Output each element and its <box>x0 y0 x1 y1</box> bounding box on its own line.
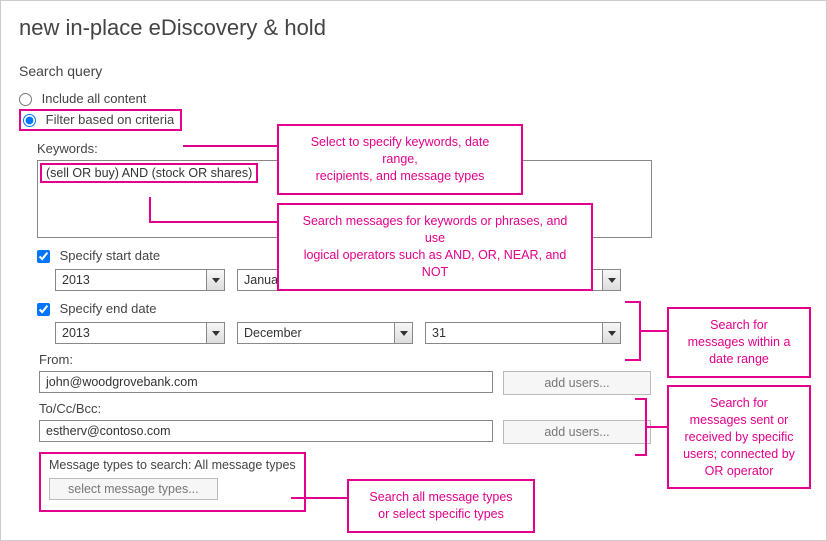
radio-filter-criteria-input[interactable] <box>23 114 36 127</box>
specify-end-date-label: Specify end date <box>60 301 157 316</box>
tocc-value: estherv@contoso.com <box>46 424 171 438</box>
specify-start-date-checkbox[interactable] <box>37 250 50 263</box>
message-types-title: Message types to search: All message typ… <box>49 458 296 472</box>
tocc-add-users-button[interactable]: add users... <box>503 420 651 444</box>
start-year-value: 2013 <box>62 273 90 287</box>
end-year-select[interactable]: 2013 <box>55 322 225 344</box>
chevron-down-icon <box>602 323 620 343</box>
page-title: new in-place eDiscovery & hold <box>19 15 808 41</box>
radio-filter-criteria[interactable]: Filter based on criteria <box>19 109 182 131</box>
from-input[interactable]: john@woodgrovebank.com <box>39 371 493 393</box>
callout-keywords: Search messages for keywords or phrases,… <box>277 203 593 291</box>
callout-daterange: Search for messages within a date range <box>667 307 811 378</box>
from-value: john@woodgrovebank.com <box>46 375 198 389</box>
radio-include-all[interactable]: Include all content <box>19 91 808 106</box>
end-year-value: 2013 <box>62 326 90 340</box>
callout-filter-criteria: Select to specify keywords, date range, … <box>277 124 523 195</box>
end-month-value: December <box>244 326 302 340</box>
radio-filter-criteria-label: Filter based on criteria <box>46 112 175 127</box>
chevron-down-icon <box>602 270 620 290</box>
connector-types <box>291 497 347 499</box>
callout-message-types: Search all message types or select speci… <box>347 479 535 533</box>
radio-include-all-input[interactable] <box>19 93 32 106</box>
keywords-value: (sell OR buy) AND (stock OR shares) <box>40 163 258 183</box>
radio-include-all-label: Include all content <box>42 91 147 106</box>
chevron-down-icon <box>206 270 224 290</box>
specify-start-date-label: Specify start date <box>60 248 160 263</box>
connector-filter <box>183 145 279 147</box>
connector-kw-h <box>149 221 277 223</box>
end-day-select[interactable]: 31 <box>425 322 621 344</box>
specify-end-date-checkbox[interactable] <box>37 303 50 316</box>
end-month-select[interactable]: December <box>237 322 413 344</box>
section-heading: Search query <box>19 63 808 79</box>
select-message-types-button[interactable]: select message types... <box>49 478 218 500</box>
tocc-input[interactable]: estherv@contoso.com <box>39 420 493 442</box>
end-day-value: 31 <box>432 326 446 340</box>
bracket-users <box>635 398 647 456</box>
chevron-down-icon <box>394 323 412 343</box>
connector-daterange <box>641 330 667 332</box>
connector-users <box>647 426 667 428</box>
from-add-users-button[interactable]: add users... <box>503 371 651 395</box>
message-types-box: Message types to search: All message typ… <box>39 452 306 512</box>
callout-users: Search for messages sent or received by … <box>667 385 811 489</box>
start-year-select[interactable]: 2013 <box>55 269 225 291</box>
bracket-daterange <box>625 301 641 361</box>
connector-kw-v <box>149 197 151 221</box>
chevron-down-icon <box>206 323 224 343</box>
